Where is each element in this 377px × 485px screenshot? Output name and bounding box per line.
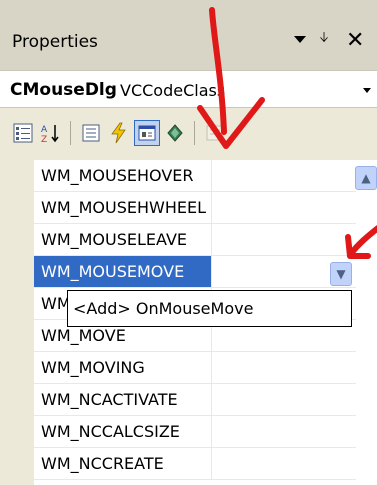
toolbar-separator <box>70 121 71 145</box>
grid-row-label: WM_MOUSEHWHEEL <box>34 192 212 223</box>
handler-dropdown-option[interactable]: <Add> OnMouseMove <box>67 290 352 327</box>
alphabetical-icon[interactable]: AZ <box>38 120 64 146</box>
window-menu-arrow-icon[interactable] <box>294 36 306 43</box>
categorized-icon[interactable] <box>10 120 36 146</box>
property-pages-icon[interactable] <box>202 120 228 146</box>
object-type: VCCodeClass <box>120 81 226 100</box>
grid-row-wm-mousehover[interactable]: WM_MOUSEHOVER <box>34 160 356 192</box>
grid-row-wm-mousemove[interactable]: WM_MOUSEMOVE <box>34 256 356 288</box>
handler-dropdown-button[interactable]: ▼ <box>330 262 352 286</box>
events-icon[interactable] <box>106 120 132 146</box>
grid-row-label: WM_NCACTIVATE <box>34 384 212 415</box>
properties-titlebar: Properties ᛎ ✕ <box>0 0 377 70</box>
svg-text:A: A <box>41 125 48 135</box>
messages-icon[interactable] <box>134 120 160 146</box>
panel-title: Properties <box>12 32 98 52</box>
grid-row-label: WM_MOUSEHOVER <box>34 160 212 191</box>
scroll-up-button[interactable]: ▲ <box>355 166 377 190</box>
grid-row-label: WM_NCCALCSIZE <box>34 416 212 447</box>
properties-toolbar: AZ <box>0 108 377 160</box>
grid-row-wm-ncactivate[interactable]: WM_NCACTIVATE <box>34 384 356 416</box>
toolbar-separator <box>194 121 195 145</box>
grid-row-wm-nccreate[interactable]: WM_NCCREATE <box>34 448 356 480</box>
grid-row-wm-nccalcsize[interactable]: WM_NCCALCSIZE <box>34 416 356 448</box>
grid-row-wm-mousehwheel[interactable]: WM_MOUSEHWHEEL <box>34 192 356 224</box>
grid-row-label: WM_MOUSELEAVE <box>34 224 212 255</box>
grid-row-wm-mouseleave[interactable]: WM_MOUSELEAVE <box>34 224 356 256</box>
pin-icon[interactable]: ᛎ <box>318 28 330 52</box>
chevron-down-icon[interactable] <box>363 88 371 93</box>
grid-row-label: WM_NCCREATE <box>34 448 212 479</box>
grid-margin <box>0 160 34 485</box>
overrides-icon[interactable] <box>162 120 188 146</box>
object-name: CMouseDlg <box>10 80 117 100</box>
grid-row-label: WM_MOVING <box>34 352 212 383</box>
grid-row-label: WM_MOUSEMOVE <box>34 256 212 287</box>
properties-icon[interactable] <box>78 120 104 146</box>
property-grid: WM_MOUSEHOVER WM_MOUSEHWHEEL WM_MOUSELEA… <box>0 160 377 485</box>
object-selector[interactable]: CMouseDlg VCCodeClass <box>0 70 377 108</box>
svg-text:Z: Z <box>41 135 47 144</box>
close-icon[interactable]: ✕ <box>346 28 364 53</box>
grid-row-wm-moving[interactable]: WM_MOVING <box>34 352 356 384</box>
